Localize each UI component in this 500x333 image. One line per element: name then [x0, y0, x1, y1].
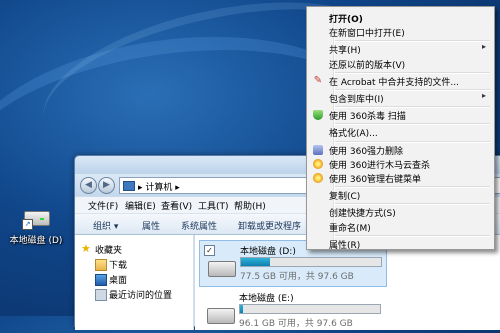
360-menu-manager-icon: [313, 173, 323, 183]
menu-file[interactable]: 文件(F): [88, 199, 118, 212]
context-menu: 打开(O) 在新窗口中打开(E) 共享(H) ▸ 还原以前的版本(V) ✎ 在 Acroba…: [306, 6, 495, 251]
menu-item-label: 创建快捷方式(S): [329, 209, 396, 220]
context-menu-item-共享[interactable]: 共享(H) ▸: [309, 42, 492, 56]
back-button[interactable]: ◀: [80, 177, 97, 194]
menu-item-label: 使用 360强力删除: [329, 146, 404, 157]
properties-button[interactable]: 属性: [142, 219, 160, 232]
menu-item-label: 还原以前的版本(V): [329, 60, 406, 71]
menu-item-label: 使用 360进行木马云查杀: [329, 160, 431, 171]
computer-icon: [123, 181, 135, 191]
drive-free-space: 77.5 GB 可用，共 97.6 GB: [240, 272, 354, 282]
360-antivirus-icon: [313, 110, 323, 121]
submenu-arrow-icon: ▸: [481, 91, 486, 100]
system-properties-button[interactable]: 系统属性: [181, 219, 217, 232]
context-menu-item-打开[interactable]: 打开(O): [309, 11, 492, 25]
submenu-arrow-icon: ▸: [481, 42, 486, 52]
menu-item-label: 格式化(A)...: [329, 129, 378, 140]
menu-view[interactable]: 查看(V): [161, 199, 192, 212]
menu-item-label: 在新窗口中打开(E): [329, 29, 405, 40]
menu-item-label: 重命名(M): [329, 223, 371, 234]
drive-usage-fill: [240, 305, 243, 313]
menu-item-label: 共享(H): [329, 46, 361, 57]
acrobat-icon: ✎: [313, 74, 323, 86]
context-menu-item-属性[interactable]: 属性(R): [309, 237, 492, 251]
folder-icon: [95, 259, 107, 271]
recent-places-icon: [95, 289, 107, 301]
nav-downloads[interactable]: 下载: [95, 258, 127, 271]
forward-button[interactable]: ▶: [98, 177, 115, 194]
menu-item-label: 复制(C): [329, 192, 361, 203]
context-menu-item-格式化[interactable]: 格式化(A)...: [309, 125, 492, 139]
drive-free-space: 96.1 GB 可用，共 97.6 GB: [239, 319, 353, 329]
context-menu-item-使用-360强力删除[interactable]: 使用 360强力删除: [309, 143, 492, 157]
drive-usage-fill: [241, 258, 271, 266]
context-menu-item-使用-360管理右键菜单[interactable]: 使用 360管理右键菜单: [309, 171, 492, 185]
drive-checkbox[interactable]: ✓: [204, 245, 215, 256]
menu-tools[interactable]: 工具(T): [198, 199, 229, 212]
nav-favorites[interactable]: ★ 收藏夹: [81, 243, 122, 256]
360-trojan-scan-icon: [313, 158, 323, 169]
menu-help[interactable]: 帮助(H): [234, 199, 266, 212]
menu-item-label: 使用 360杀毒 扫描: [329, 112, 406, 123]
drive-item-e[interactable]: 本地磁盘 (E:) 96.1 GB 可用，共 97.6 GB: [199, 288, 385, 333]
desktop-drive-label: 本地磁盘 (D): [9, 236, 63, 246]
context-menu-item-在-acrobat-中合并支持的文件[interactable]: ✎ 在 Acrobat 中合并支持的文件...: [309, 74, 492, 88]
menu-item-label: 打开(O): [329, 15, 363, 25]
menu-item-label: 使用 360管理右键菜单: [329, 175, 422, 185]
uninstall-program-button[interactable]: 卸载或更改程序: [238, 219, 301, 232]
nav-recent-places[interactable]: 最近访问的位置: [95, 288, 172, 301]
hard-drive-icon: [207, 308, 235, 324]
context-menu-item-使用-360进行木马云查杀[interactable]: 使用 360进行木马云查杀: [309, 157, 492, 171]
context-menu-item-还原以前的版本[interactable]: 还原以前的版本(V): [309, 57, 492, 71]
hard-drive-icon: ↗: [22, 207, 50, 230]
drive-name: 本地磁盘 (D:): [240, 247, 296, 257]
drive-usage-bar: [239, 304, 381, 314]
shred-icon: [313, 144, 323, 155]
drive-name: 本地磁盘 (E:): [239, 294, 294, 304]
context-menu-item-复制[interactable]: 复制(C): [309, 188, 492, 202]
nav-desktop[interactable]: 桌面: [95, 273, 127, 286]
desktop-icon: [95, 274, 107, 286]
organize-button[interactable]: 组织 ▾: [93, 219, 118, 232]
menu-item-label: 属性(R): [329, 240, 361, 251]
context-menu-item-创建快捷方式[interactable]: 创建快捷方式(S): [309, 205, 492, 219]
menu-item-label: 在 Acrobat 中合并支持的文件...: [329, 77, 460, 88]
drive-usage-bar: [240, 257, 382, 267]
star-icon: ★: [81, 242, 91, 255]
hard-drive-icon: [208, 261, 236, 277]
context-menu-item-使用-360杀毒-扫描[interactable]: 使用 360杀毒 扫描: [309, 108, 492, 122]
context-menu-item-重命名[interactable]: 重命名(M): [309, 220, 492, 234]
context-menu-item-在新窗口中打开[interactable]: 在新窗口中打开(E): [309, 25, 492, 39]
desktop-drive-shortcut[interactable]: ↗ 本地磁盘 (D): [4, 207, 68, 246]
menu-item-label: 包含到库中(I): [329, 95, 384, 105]
breadcrumb[interactable]: ▸ 计算机 ▸: [138, 180, 180, 193]
menu-edit[interactable]: 编辑(E): [125, 199, 156, 212]
context-menu-item-包含到库中[interactable]: 包含到库中(I) ▸: [309, 91, 492, 105]
